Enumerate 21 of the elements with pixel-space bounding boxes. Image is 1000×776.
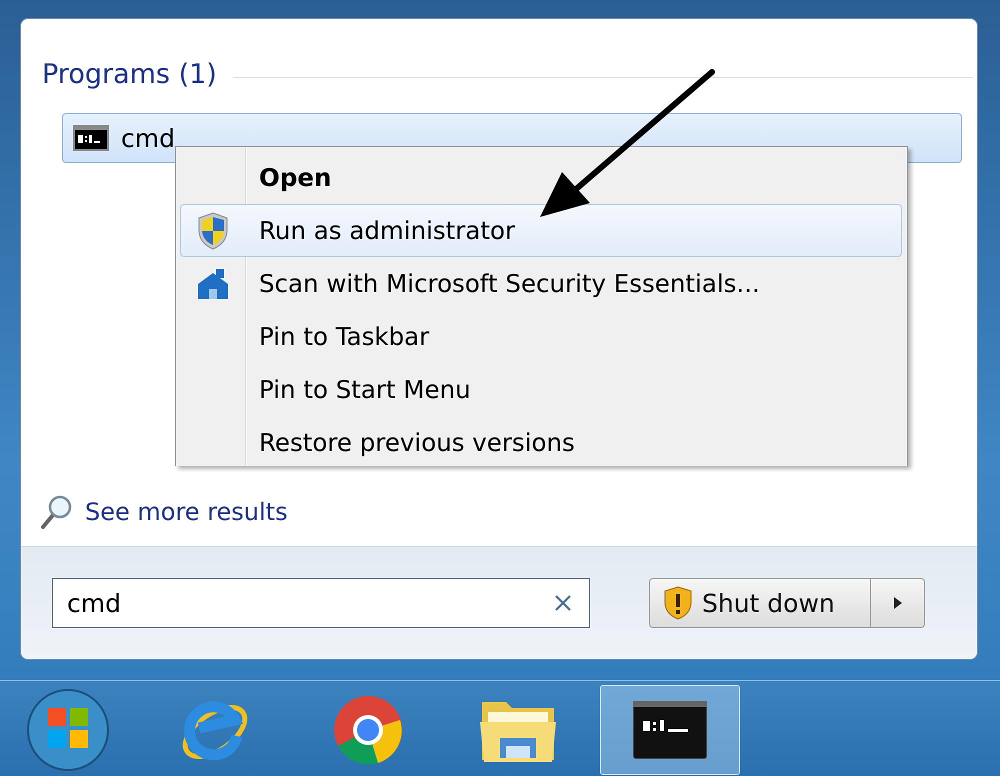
taskbar-button[interactable] [600,685,740,775]
console-window-icon [633,701,707,759]
see-more-results-link[interactable]: See more results [39,494,288,530]
menu-item[interactable]: Scan with Microsoft Security Essentials... [180,257,902,310]
clear-icon[interactable] [554,594,572,612]
search-field[interactable]: cmd [52,578,590,628]
console-icon [73,125,109,151]
search-icon [39,494,73,530]
house-icon [196,268,230,300]
start-orb-icon [26,688,110,772]
menu-item[interactable]: Restore previous versions [180,416,902,466]
chrome-logo-icon [332,694,404,766]
section-header: Programs (1) [42,58,217,92]
menu-item[interactable]: Run as administrator [180,204,902,257]
shield-icon [197,212,229,250]
menu-item[interactable]: Pin to Taskbar [180,310,902,363]
warning-shield-icon [664,586,692,620]
menu-item[interactable]: Pin to Start Menu [180,363,902,416]
shutdown-options-button[interactable] [871,578,925,628]
triangle-right-icon [892,596,902,610]
shut-down-button[interactable]: Shut down [649,578,871,628]
